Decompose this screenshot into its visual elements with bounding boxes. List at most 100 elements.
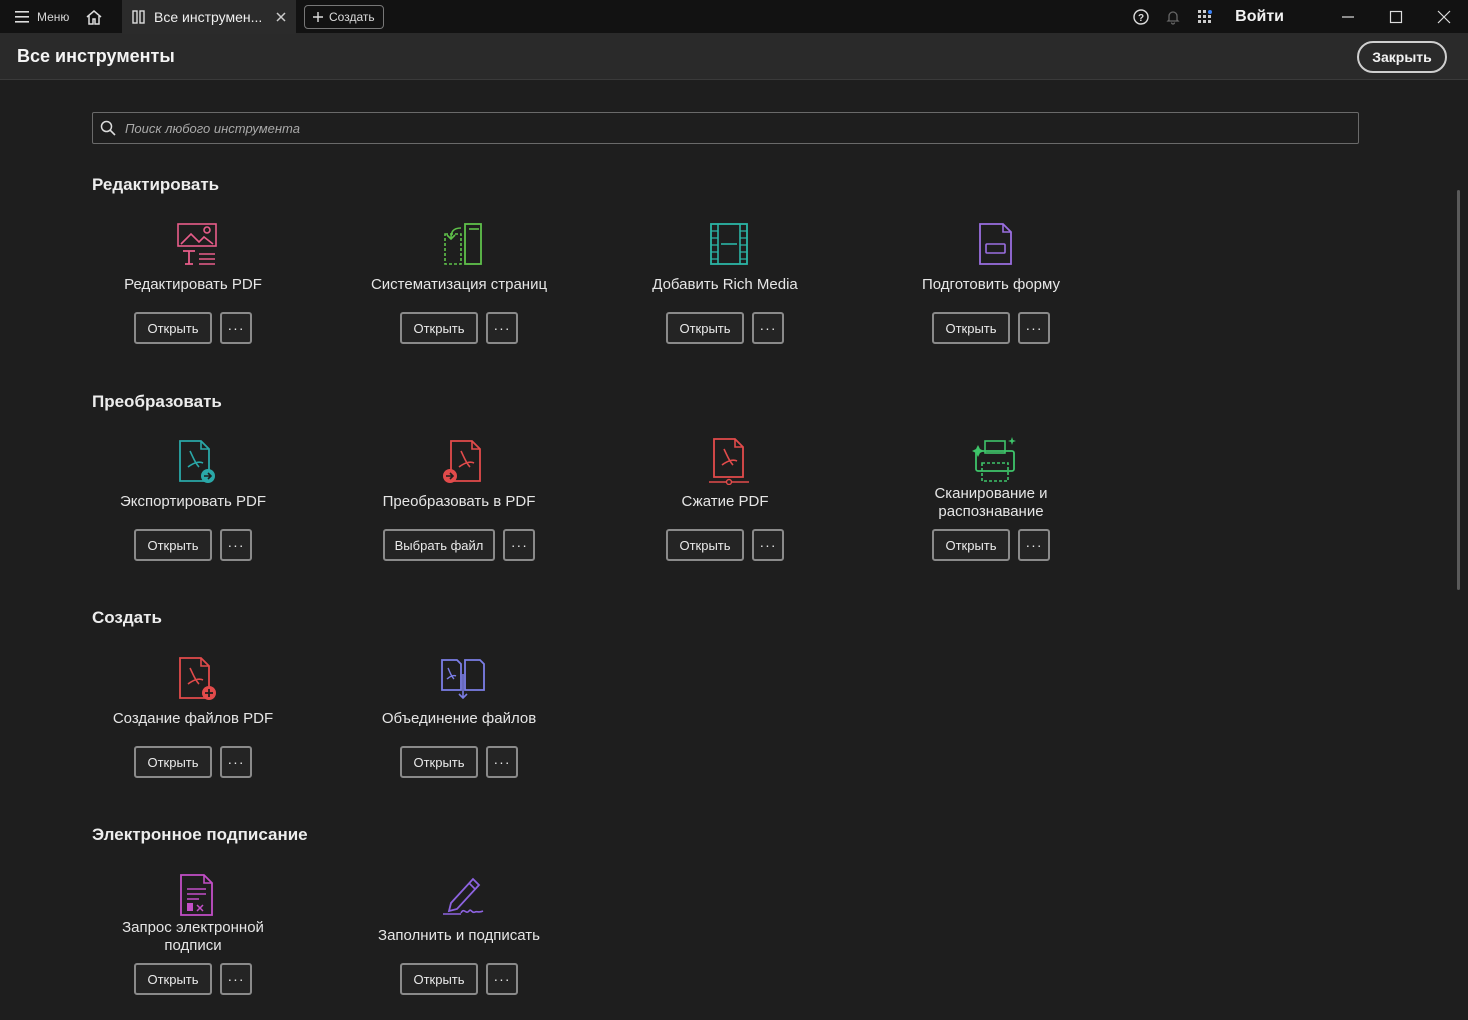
home-icon bbox=[86, 9, 102, 25]
tool-label: Подготовить форму bbox=[922, 276, 1060, 293]
bell-icon bbox=[1166, 11, 1180, 25]
more-icon: ··· bbox=[227, 537, 245, 553]
maximize-icon bbox=[1389, 10, 1403, 24]
more-options-button[interactable]: ··· bbox=[752, 312, 784, 344]
tool-label: Систематизация страниц bbox=[370, 276, 548, 293]
tool-label-line: распознавание bbox=[938, 503, 1044, 520]
apps-button[interactable] bbox=[1189, 0, 1221, 34]
minimize-icon bbox=[1342, 16, 1354, 18]
search-icon bbox=[100, 120, 116, 136]
combine-files-icon bbox=[441, 659, 485, 700]
more-options-button[interactable]: ··· bbox=[1018, 529, 1050, 561]
open-button[interactable]: Открыть bbox=[134, 312, 212, 344]
open-button[interactable]: Открыть bbox=[400, 963, 478, 995]
open-button[interactable]: Открыть bbox=[400, 312, 478, 344]
prepare-form-icon bbox=[979, 223, 1012, 265]
tool-export-pdf: Экспортировать PDF Открыть ··· bbox=[60, 437, 326, 577]
tool-label: Запрос электронной подписи bbox=[60, 919, 326, 955]
create-tab-button[interactable]: Создать bbox=[304, 4, 384, 29]
more-icon: ··· bbox=[493, 320, 511, 336]
help-icon: ? bbox=[1133, 9, 1149, 25]
title-bar: Меню Все инструмен... Создать ? Войти bbox=[0, 0, 1468, 34]
section-title-edit: Редактировать bbox=[92, 175, 220, 194]
tool-label: Создание файлов PDF bbox=[112, 710, 274, 727]
minimize-button[interactable] bbox=[1324, 0, 1372, 34]
tool-label: Преобразовать в PDF bbox=[382, 493, 536, 510]
help-button[interactable]: ? bbox=[1125, 0, 1157, 34]
more-options-button[interactable]: ··· bbox=[220, 312, 252, 344]
more-options-button[interactable]: ··· bbox=[752, 529, 784, 561]
open-button[interactable]: Открыть bbox=[666, 529, 744, 561]
more-options-button[interactable]: ··· bbox=[220, 746, 252, 778]
tool-rich-media: Добавить Rich Media Открыть ··· bbox=[592, 220, 858, 360]
menu-button[interactable]: Меню bbox=[0, 0, 74, 34]
compress-pdf-icon bbox=[709, 438, 749, 485]
more-icon: ··· bbox=[227, 971, 245, 987]
tool-label: Объединение файлов bbox=[381, 710, 537, 727]
more-icon: ··· bbox=[493, 754, 511, 770]
open-button[interactable]: Открыть bbox=[134, 963, 212, 995]
more-options-button[interactable]: ··· bbox=[486, 963, 518, 995]
more-icon: ··· bbox=[493, 971, 511, 987]
convert-to-pdf-icon bbox=[443, 440, 481, 483]
more-icon: ··· bbox=[1025, 320, 1043, 336]
export-pdf-icon bbox=[179, 440, 215, 483]
more-options-button[interactable]: ··· bbox=[503, 529, 536, 561]
tool-combine-files: Объединение файлов Открыть ··· bbox=[326, 654, 592, 794]
more-options-button[interactable]: ··· bbox=[220, 963, 252, 995]
tool-fill-sign: Заполнить и подписать Открыть ··· bbox=[326, 871, 592, 1011]
open-button[interactable]: Открыть bbox=[932, 529, 1010, 561]
tool-label: Сканирование и распознавание bbox=[858, 485, 1124, 521]
rich-media-icon bbox=[710, 223, 748, 265]
create-label: Создать bbox=[329, 9, 375, 24]
section-title-esign: Электронное подписание bbox=[92, 825, 308, 844]
request-esign-icon bbox=[180, 874, 213, 916]
tool-compress-pdf: Сжатие PDF Открыть ··· bbox=[592, 437, 858, 577]
tool-label-line: подписи bbox=[164, 937, 222, 954]
tools-tab-icon bbox=[132, 9, 145, 24]
select-file-button[interactable]: Выбрать файл bbox=[382, 529, 496, 561]
tab-all-tools[interactable]: Все инструмен... bbox=[122, 0, 296, 34]
more-icon: ··· bbox=[510, 537, 528, 553]
tool-label: Добавить Rich Media bbox=[652, 276, 798, 293]
tool-request-esign: Запрос электронной подписи Открыть ··· bbox=[60, 871, 326, 1011]
more-icon: ··· bbox=[227, 320, 245, 336]
tool-label: Заполнить и подписать bbox=[378, 927, 540, 944]
close-window-button[interactable] bbox=[1420, 0, 1468, 34]
scan-ocr-icon bbox=[972, 437, 1016, 482]
close-tools-button[interactable]: Закрыть bbox=[1357, 41, 1447, 73]
section-title-create: Создать bbox=[92, 608, 162, 627]
more-icon: ··· bbox=[1025, 537, 1043, 553]
signin-button[interactable]: Войти bbox=[1235, 8, 1284, 26]
organize-pages-icon bbox=[444, 223, 482, 265]
open-button[interactable]: Открыть bbox=[400, 746, 478, 778]
section-title-convert: Преобразовать bbox=[92, 392, 222, 411]
notifications-button[interactable] bbox=[1157, 0, 1189, 34]
home-button[interactable] bbox=[74, 0, 114, 34]
open-button[interactable]: Открыть bbox=[932, 312, 1010, 344]
tool-create-pdf: Создание файлов PDF Открыть ··· bbox=[60, 654, 326, 794]
more-options-button[interactable]: ··· bbox=[220, 529, 252, 561]
maximize-button[interactable] bbox=[1372, 0, 1420, 34]
edit-pdf-icon bbox=[177, 223, 217, 265]
more-options-button[interactable]: ··· bbox=[1018, 312, 1050, 344]
scrollbar[interactable] bbox=[1457, 190, 1460, 590]
more-icon: ··· bbox=[759, 320, 777, 336]
more-icon: ··· bbox=[759, 537, 777, 553]
fill-sign-icon bbox=[443, 877, 484, 915]
tool-label-line: Сканирование и bbox=[934, 485, 1048, 502]
close-tab-icon[interactable] bbox=[276, 11, 286, 22]
more-options-button[interactable]: ··· bbox=[486, 746, 518, 778]
tool-label-line: Запрос электронной bbox=[122, 919, 264, 936]
open-button[interactable]: Открыть bbox=[134, 746, 212, 778]
open-button[interactable]: Открыть bbox=[666, 312, 744, 344]
open-button[interactable]: Открыть bbox=[134, 529, 212, 561]
more-options-button[interactable]: ··· bbox=[486, 312, 518, 344]
tool-organize-pages: Систематизация страниц Открыть ··· bbox=[326, 220, 592, 360]
tab-label: Все инструмен... bbox=[154, 8, 263, 25]
tool-convert-to-pdf: Преобразовать в PDF Выбрать файл ··· bbox=[326, 437, 592, 577]
tool-edit-pdf: Редактировать PDF Открыть ··· bbox=[60, 220, 326, 360]
search-input[interactable] bbox=[123, 119, 1358, 137]
create-pdf-icon bbox=[179, 657, 216, 700]
more-icon: ··· bbox=[227, 754, 245, 770]
